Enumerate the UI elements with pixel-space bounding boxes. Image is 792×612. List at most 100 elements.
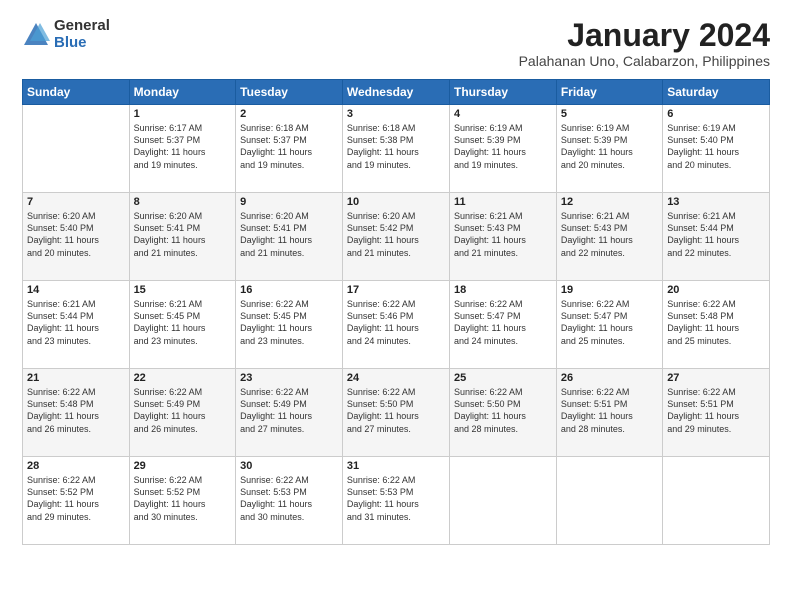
day-info: Sunrise: 6:22 AM Sunset: 5:52 PM Dayligh… bbox=[134, 474, 232, 523]
day-info: Sunrise: 6:22 AM Sunset: 5:47 PM Dayligh… bbox=[561, 298, 658, 347]
calendar-week-1: 1Sunrise: 6:17 AM Sunset: 5:37 PM Daylig… bbox=[23, 105, 770, 193]
day-info: Sunrise: 6:18 AM Sunset: 5:38 PM Dayligh… bbox=[347, 122, 445, 171]
day-info: Sunrise: 6:20 AM Sunset: 5:41 PM Dayligh… bbox=[134, 210, 232, 259]
day-info: Sunrise: 6:20 AM Sunset: 5:42 PM Dayligh… bbox=[347, 210, 445, 259]
day-number: 31 bbox=[347, 460, 445, 472]
calendar-cell: 21 Sunrise: 6:22 AM Sunset: 5:48 PM Dayli… bbox=[23, 369, 130, 457]
day-number: 19 bbox=[561, 284, 658, 296]
day-info: Sunrise: 6:22 AM Sunset: 5:53 PM Dayligh… bbox=[347, 474, 445, 523]
calendar-cell: 17Sunrise: 6:22 AM Sunset: 5:46 PM Dayli… bbox=[342, 281, 449, 369]
day-info: Sunrise: 6:21 AM Sunset: 5:43 PM Dayligh… bbox=[561, 210, 658, 259]
day-number: 20 bbox=[667, 284, 765, 296]
calendar-cell: 30Sunrise: 6:22 AM Sunset: 5:53 PM Dayli… bbox=[236, 457, 343, 545]
day-number: 11 bbox=[454, 196, 552, 208]
calendar-cell: 29 Sunrise: 6:22 AM Sunset: 5:52 PM Dayli… bbox=[129, 457, 236, 545]
calendar-cell: 16 Sunrise: 6:22 AM Sunset: 5:45 PM Dayli… bbox=[236, 281, 343, 369]
calendar-cell: 4 Sunrise: 6:19 AM Sunset: 5:39 PM Daylig… bbox=[450, 105, 557, 193]
title-block: January 2024 Palahanan Uno, Calabarzon, … bbox=[519, 18, 770, 69]
day-info: Sunrise: 6:22 AM Sunset: 5:45 PM Dayligh… bbox=[240, 298, 338, 347]
logo-blue-text: Blue bbox=[54, 35, 110, 52]
logo-general-text: General bbox=[54, 18, 110, 35]
day-number: 13 bbox=[667, 196, 765, 208]
logo: General Blue bbox=[22, 18, 110, 51]
day-info: Sunrise: 6:22 AM Sunset: 5:47 PM Dayligh… bbox=[454, 298, 552, 347]
th-wednesday: Wednesday bbox=[342, 80, 449, 105]
calendar-body: 1Sunrise: 6:17 AM Sunset: 5:37 PM Daylig… bbox=[23, 105, 770, 545]
day-info: Sunrise: 6:22 AM Sunset: 5:49 PM Dayligh… bbox=[240, 386, 338, 435]
calendar-cell bbox=[556, 457, 662, 545]
calendar-cell: 7 Sunrise: 6:20 AM Sunset: 5:40 PM Daylig… bbox=[23, 193, 130, 281]
calendar-cell: 15Sunrise: 6:21 AM Sunset: 5:45 PM Dayli… bbox=[129, 281, 236, 369]
calendar-week-4: 21 Sunrise: 6:22 AM Sunset: 5:48 PM Dayli… bbox=[23, 369, 770, 457]
calendar-cell: 22Sunrise: 6:22 AM Sunset: 5:49 PM Dayli… bbox=[129, 369, 236, 457]
day-number: 3 bbox=[347, 108, 445, 120]
calendar-cell bbox=[450, 457, 557, 545]
th-saturday: Saturday bbox=[663, 80, 770, 105]
calendar-cell: 20Sunrise: 6:22 AM Sunset: 5:48 PM Dayli… bbox=[663, 281, 770, 369]
day-info: Sunrise: 6:20 AM Sunset: 5:41 PM Dayligh… bbox=[240, 210, 338, 259]
calendar-week-2: 7 Sunrise: 6:20 AM Sunset: 5:40 PM Daylig… bbox=[23, 193, 770, 281]
calendar-week-3: 14 Sunrise: 6:21 AM Sunset: 5:44 PM Dayli… bbox=[23, 281, 770, 369]
day-number: 4 bbox=[454, 108, 552, 120]
day-info: Sunrise: 6:21 AM Sunset: 5:44 PM Dayligh… bbox=[27, 298, 125, 347]
day-number: 6 bbox=[667, 108, 765, 120]
calendar-cell: 11 Sunrise: 6:21 AM Sunset: 5:43 PM Dayli… bbox=[450, 193, 557, 281]
calendar-cell: 9 Sunrise: 6:20 AM Sunset: 5:41 PM Daylig… bbox=[236, 193, 343, 281]
day-number: 12 bbox=[561, 196, 658, 208]
calendar-title: January 2024 bbox=[519, 18, 770, 53]
calendar-cell: 6 Sunrise: 6:19 AM Sunset: 5:40 PM Daylig… bbox=[663, 105, 770, 193]
calendar-cell: 26 Sunrise: 6:22 AM Sunset: 5:51 PM Dayli… bbox=[556, 369, 662, 457]
calendar-cell: 27Sunrise: 6:22 AM Sunset: 5:51 PM Dayli… bbox=[663, 369, 770, 457]
day-info: Sunrise: 6:22 AM Sunset: 5:51 PM Dayligh… bbox=[561, 386, 658, 435]
calendar-cell: 13Sunrise: 6:21 AM Sunset: 5:44 PM Dayli… bbox=[663, 193, 770, 281]
calendar-cell: 8 Sunrise: 6:20 AM Sunset: 5:41 PM Daylig… bbox=[129, 193, 236, 281]
calendar-cell: 31 Sunrise: 6:22 AM Sunset: 5:53 PM Dayli… bbox=[342, 457, 449, 545]
day-info: Sunrise: 6:22 AM Sunset: 5:48 PM Dayligh… bbox=[27, 386, 125, 435]
day-number: 14 bbox=[27, 284, 125, 296]
day-info: Sunrise: 6:20 AM Sunset: 5:40 PM Dayligh… bbox=[27, 210, 125, 259]
day-info: Sunrise: 6:22 AM Sunset: 5:50 PM Dayligh… bbox=[347, 386, 445, 435]
calendar-cell: 2Sunrise: 6:18 AM Sunset: 5:37 PM Daylig… bbox=[236, 105, 343, 193]
day-number: 18 bbox=[454, 284, 552, 296]
day-number: 25 bbox=[454, 372, 552, 384]
day-number: 16 bbox=[240, 284, 338, 296]
day-info: Sunrise: 6:22 AM Sunset: 5:46 PM Dayligh… bbox=[347, 298, 445, 347]
calendar-location: Palahanan Uno, Calabarzon, Philippines bbox=[519, 53, 770, 69]
calendar-cell: 5Sunrise: 6:19 AM Sunset: 5:39 PM Daylig… bbox=[556, 105, 662, 193]
page: General Blue January 2024 Palahanan Uno,… bbox=[0, 0, 792, 612]
day-number: 26 bbox=[561, 372, 658, 384]
calendar-cell: 28Sunrise: 6:22 AM Sunset: 5:52 PM Dayli… bbox=[23, 457, 130, 545]
day-number: 30 bbox=[240, 460, 338, 472]
header: General Blue January 2024 Palahanan Uno,… bbox=[22, 18, 770, 69]
day-number: 10 bbox=[347, 196, 445, 208]
day-info: Sunrise: 6:22 AM Sunset: 5:52 PM Dayligh… bbox=[27, 474, 125, 523]
day-number: 7 bbox=[27, 196, 125, 208]
calendar-cell: 14 Sunrise: 6:21 AM Sunset: 5:44 PM Dayli… bbox=[23, 281, 130, 369]
th-monday: Monday bbox=[129, 80, 236, 105]
calendar-cell: 19 Sunrise: 6:22 AM Sunset: 5:47 PM Dayli… bbox=[556, 281, 662, 369]
day-number: 29 bbox=[134, 460, 232, 472]
th-thursday: Thursday bbox=[450, 80, 557, 105]
calendar-cell: 18 Sunrise: 6:22 AM Sunset: 5:47 PM Dayli… bbox=[450, 281, 557, 369]
th-friday: Friday bbox=[556, 80, 662, 105]
day-info: Sunrise: 6:19 AM Sunset: 5:39 PM Dayligh… bbox=[561, 122, 658, 171]
day-info: Sunrise: 6:19 AM Sunset: 5:39 PM Dayligh… bbox=[454, 122, 552, 171]
calendar-cell bbox=[663, 457, 770, 545]
day-number: 22 bbox=[134, 372, 232, 384]
day-number: 23 bbox=[240, 372, 338, 384]
calendar-table: Sunday Monday Tuesday Wednesday Thursday… bbox=[22, 79, 770, 545]
header-row: Sunday Monday Tuesday Wednesday Thursday… bbox=[23, 80, 770, 105]
th-tuesday: Tuesday bbox=[236, 80, 343, 105]
logo-icon bbox=[22, 21, 50, 49]
day-number: 8 bbox=[134, 196, 232, 208]
calendar-cell bbox=[23, 105, 130, 193]
day-info: Sunrise: 6:17 AM Sunset: 5:37 PM Dayligh… bbox=[134, 122, 232, 171]
calendar-cell: 23 Sunrise: 6:22 AM Sunset: 5:49 PM Dayli… bbox=[236, 369, 343, 457]
day-info: Sunrise: 6:21 AM Sunset: 5:43 PM Dayligh… bbox=[454, 210, 552, 259]
calendar-cell: 12 Sunrise: 6:21 AM Sunset: 5:43 PM Dayli… bbox=[556, 193, 662, 281]
day-info: Sunrise: 6:19 AM Sunset: 5:40 PM Dayligh… bbox=[667, 122, 765, 171]
day-number: 9 bbox=[240, 196, 338, 208]
logo-text: General Blue bbox=[54, 18, 110, 51]
day-info: Sunrise: 6:22 AM Sunset: 5:50 PM Dayligh… bbox=[454, 386, 552, 435]
day-number: 21 bbox=[27, 372, 125, 384]
